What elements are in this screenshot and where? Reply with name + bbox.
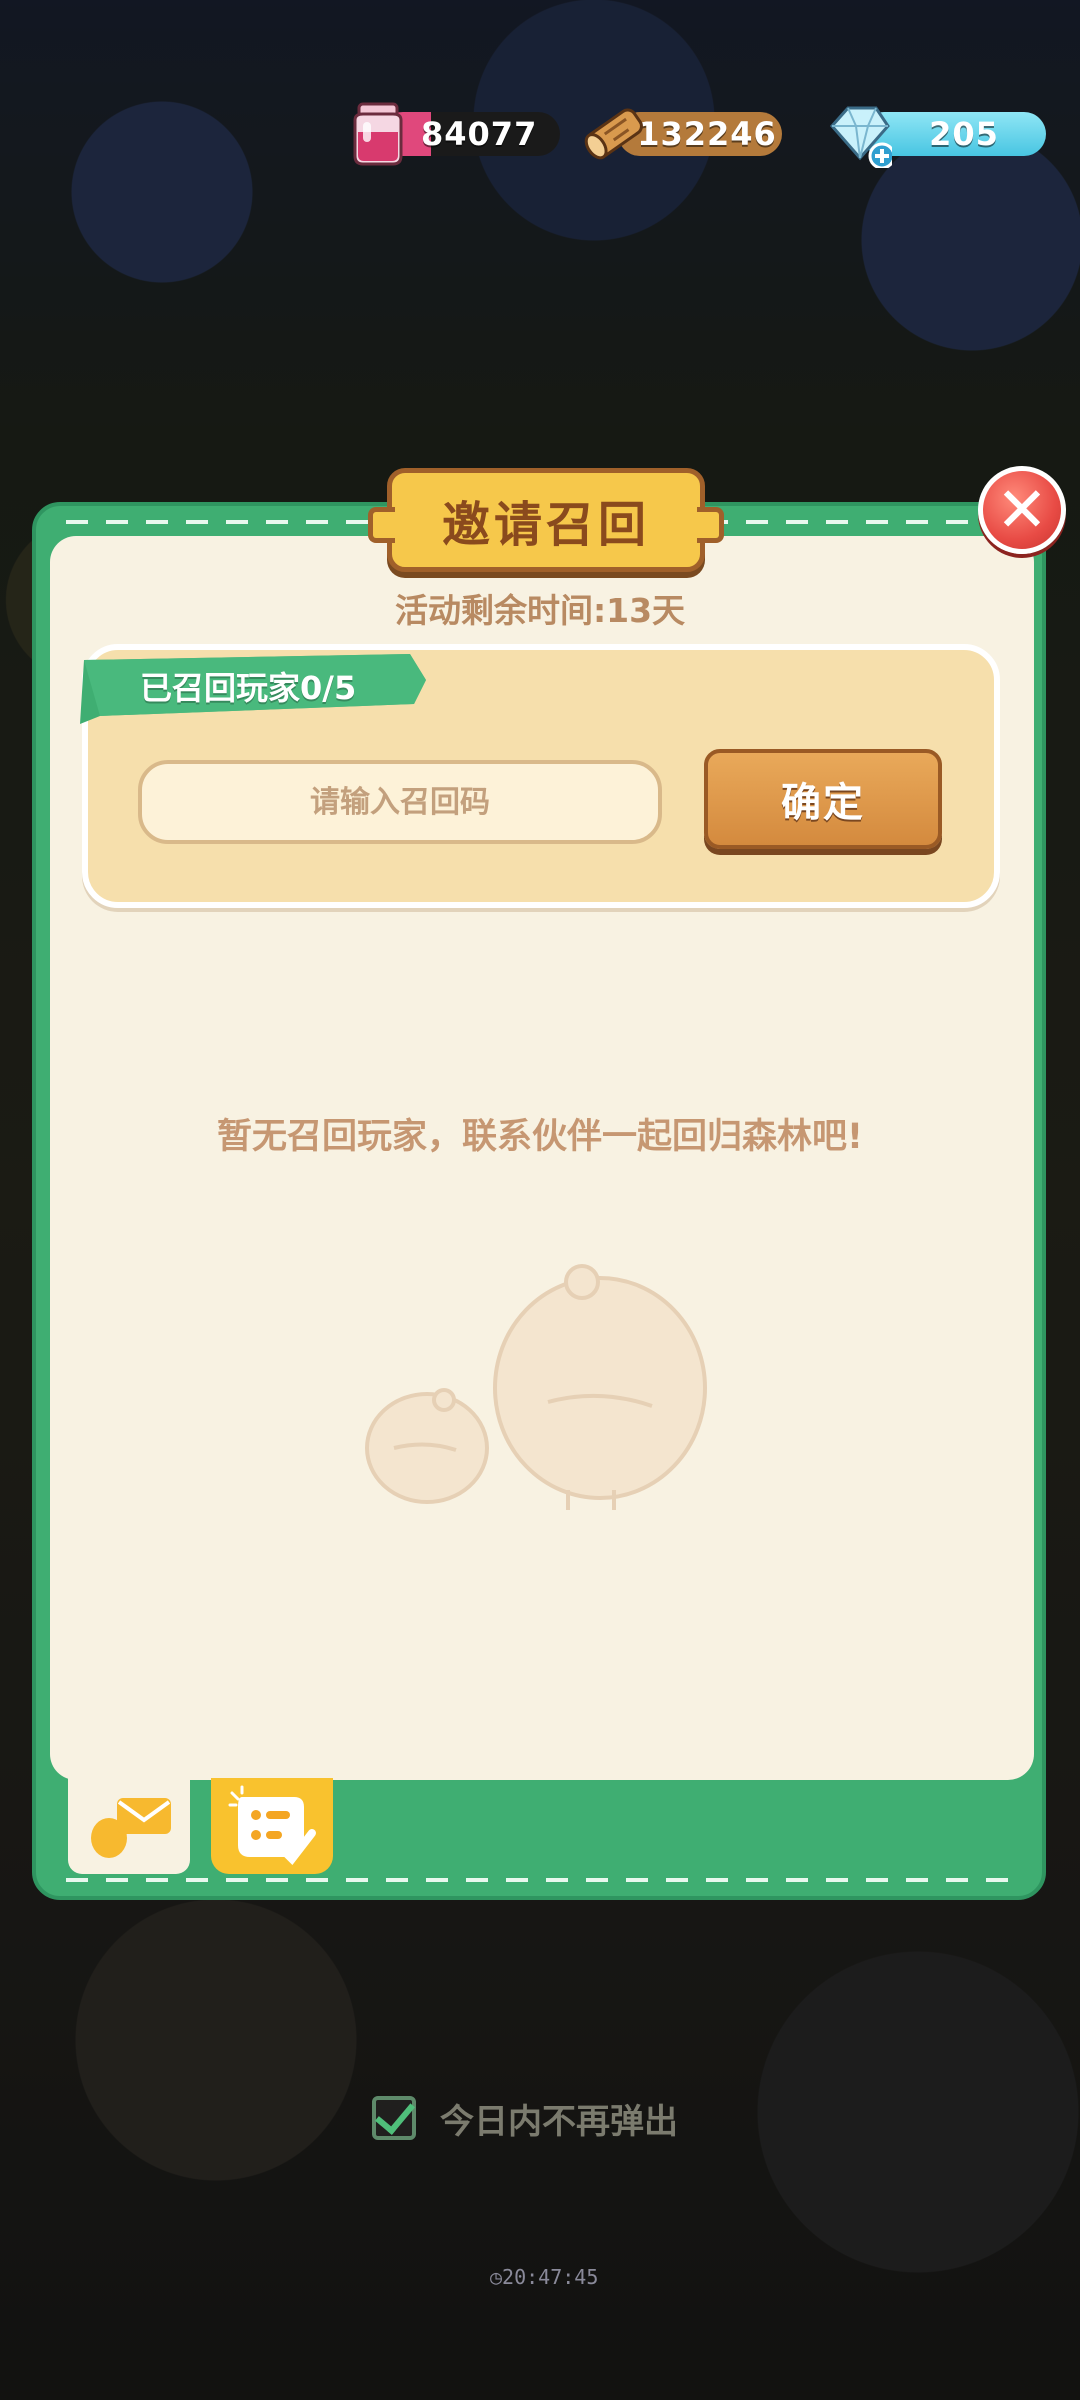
wood-log-icon	[584, 108, 643, 160]
wood-counter[interactable]: 132246	[582, 104, 782, 160]
empty-state-message: 暂无召回玩家，联系伙伴一起回归森林吧!	[217, 1117, 863, 1157]
mascot-illustration	[365, 1264, 707, 1510]
jam-jar-icon	[353, 102, 403, 166]
tab-tasks[interactable]	[211, 1778, 333, 1874]
dont-show-label: 今日内不再弹出	[440, 2101, 678, 2142]
confirm-button[interactable]: 确定	[704, 749, 942, 849]
tab-recall[interactable]	[68, 1778, 190, 1874]
close-icon: ✕	[996, 473, 1048, 546]
invite-mail-icon	[91, 1798, 171, 1858]
event-time-remaining: 活动剩余时间:13天	[394, 591, 686, 630]
background-timer: ◷20:47:45	[490, 2265, 598, 2289]
jam-counter[interactable]: 84077	[345, 102, 560, 166]
dont-show-today-toggle[interactable]: 今日内不再弹出	[372, 2088, 678, 2148]
clock-icon: ◷	[490, 2265, 503, 2289]
frame-stitch-bottom	[66, 1878, 1012, 1882]
task-list-icon	[228, 1785, 316, 1866]
dialog-title: 邀请召回	[368, 468, 724, 572]
dont-show-checkbox[interactable]	[372, 2096, 416, 2140]
timer-value: 20:47:45	[502, 2265, 599, 2289]
confirm-label: 确定	[781, 780, 865, 826]
diamond-plus-icon	[830, 106, 892, 168]
recalled-count-label: 已召回玩家0/5	[140, 669, 357, 707]
recall-code-input[interactable]	[138, 760, 662, 844]
gem-counter[interactable]: 205	[826, 104, 1046, 168]
close-button[interactable]: ✕	[978, 466, 1066, 554]
